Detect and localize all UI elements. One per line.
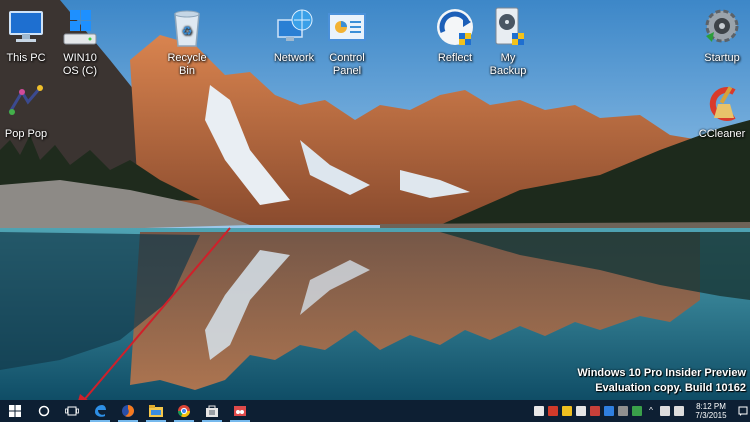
desktop-icon-startup[interactable]: Startup bbox=[687, 6, 750, 65]
desktop-icon-label: Pop Pop bbox=[4, 128, 48, 140]
bluetooth-icon[interactable] bbox=[604, 406, 614, 416]
desktop-icon-pop-pop[interactable]: Pop Pop bbox=[0, 82, 61, 141]
tray-app-icon[interactable] bbox=[632, 406, 642, 416]
clock-date: 7/3/2015 bbox=[695, 411, 727, 420]
build-watermark: Windows 10 Pro Insider Preview Evaluatio… bbox=[577, 366, 746, 396]
file-explorer-icon bbox=[149, 405, 163, 417]
tray-app-icon[interactable] bbox=[618, 406, 628, 416]
cortana-icon bbox=[38, 405, 50, 417]
start-button[interactable] bbox=[0, 400, 30, 422]
action-center-button[interactable] bbox=[736, 400, 750, 422]
startup-gear-icon bbox=[705, 9, 739, 43]
watermark-edition: Windows 10 Pro Insider Preview bbox=[577, 367, 746, 379]
start-icon bbox=[9, 405, 21, 417]
clock-time: 8:12 PM bbox=[696, 402, 726, 411]
taskbar: ^ 8:12 PM 7/3/2015 bbox=[0, 400, 750, 422]
tray-chevron-icon[interactable]: ^ bbox=[646, 406, 656, 416]
taskbar-clock[interactable]: 8:12 PM 7/3/2015 bbox=[692, 402, 730, 420]
desktop-icon-recycle-bin[interactable]: ♻ Recycle Bin bbox=[152, 6, 222, 78]
recycle-bin-icon: ♻ bbox=[174, 10, 200, 47]
edge-icon bbox=[95, 405, 106, 417]
chrome-icon bbox=[178, 405, 190, 418]
desktop-icon-label: CCleaner bbox=[698, 128, 746, 140]
desktop-icon-ccleaner[interactable]: CCleaner bbox=[687, 82, 750, 141]
taskbar-file-explorer[interactable] bbox=[142, 400, 170, 422]
tray-app-icon[interactable] bbox=[548, 406, 558, 416]
drive-icon bbox=[63, 10, 97, 45]
pop-pop-icon bbox=[8, 85, 43, 115]
task-view-icon bbox=[65, 406, 79, 416]
system-tray: ^ 8:12 PM 7/3/2015 bbox=[532, 400, 750, 422]
desktop-icon-label: Recycle Bin bbox=[167, 52, 207, 77]
desktop-icon-label: WIN10 OS (C) bbox=[62, 52, 98, 77]
ccleaner-icon bbox=[709, 86, 736, 121]
desktop-icon-my-backup[interactable]: My Backup bbox=[473, 6, 543, 78]
network-icon bbox=[277, 9, 313, 41]
firefox-icon bbox=[122, 405, 134, 417]
network-status-icon[interactable] bbox=[660, 406, 670, 416]
desktop-icon-label: My Backup bbox=[489, 52, 527, 77]
task-view-button[interactable] bbox=[58, 400, 86, 422]
svg-text:♻: ♻ bbox=[182, 24, 193, 38]
cortana-button[interactable] bbox=[30, 400, 58, 422]
snipping-tool-icon bbox=[234, 406, 246, 416]
tray-app-icon[interactable] bbox=[576, 406, 586, 416]
desktop-icon-label: Startup bbox=[704, 52, 740, 64]
store-icon bbox=[206, 405, 218, 417]
taskbar-edge[interactable] bbox=[86, 400, 114, 422]
reflect-icon bbox=[437, 9, 473, 45]
desktop-icon-control-panel[interactable]: Control Panel bbox=[312, 6, 382, 78]
taskbar-store[interactable] bbox=[198, 400, 226, 422]
volume-icon[interactable] bbox=[674, 406, 684, 416]
taskbar-chrome[interactable] bbox=[170, 400, 198, 422]
taskbar-firefox[interactable] bbox=[114, 400, 142, 422]
tray-app-icon[interactable] bbox=[590, 406, 600, 416]
tray-app-icon[interactable] bbox=[534, 406, 544, 416]
tray-app-icon[interactable] bbox=[562, 406, 572, 416]
computer-icon bbox=[9, 11, 43, 42]
watermark-build: Evaluation copy. Build 10162 bbox=[595, 382, 746, 394]
taskbar-snipping-tool[interactable] bbox=[226, 400, 254, 422]
backup-drive-icon bbox=[495, 7, 524, 45]
control-panel-icon bbox=[328, 13, 366, 41]
notification-icon bbox=[738, 406, 748, 416]
desktop-icon-win10-drive[interactable]: WIN10 OS (C) bbox=[45, 6, 115, 78]
desktop-icon-label: Control Panel bbox=[329, 52, 365, 77]
